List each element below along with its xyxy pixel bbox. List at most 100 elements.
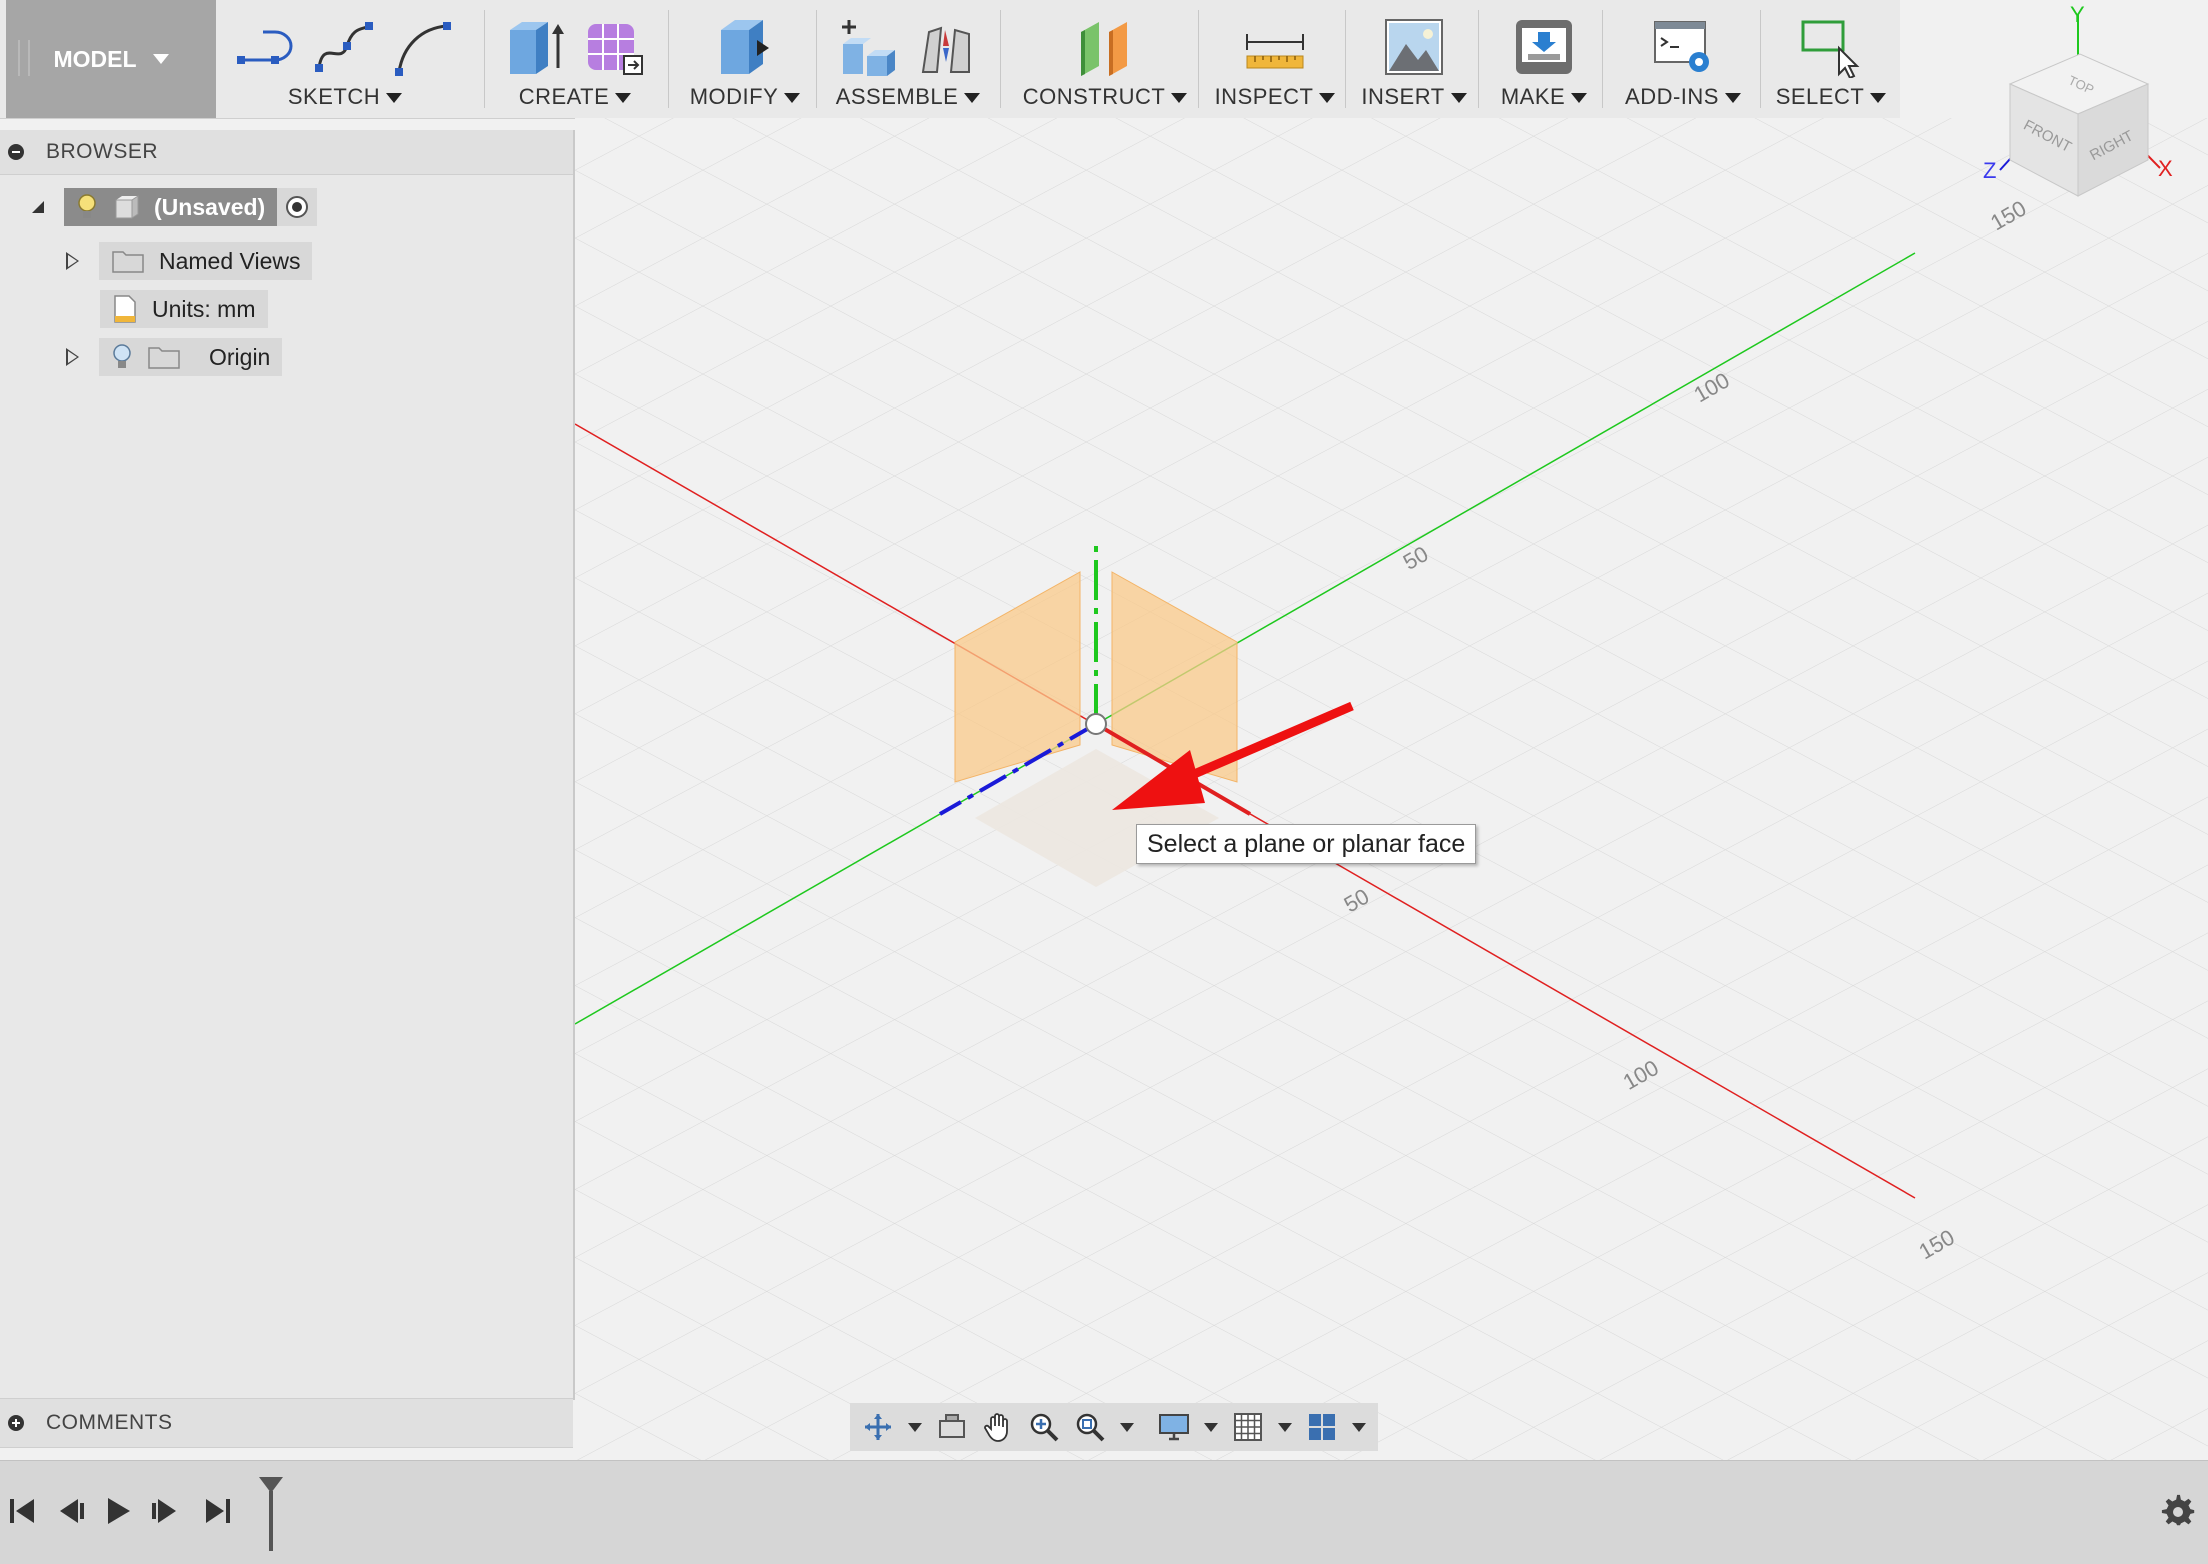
- addins-group[interactable]: ADD-INS: [1608, 0, 1758, 118]
- browser-header[interactable]: BROWSER: [0, 130, 573, 175]
- display-settings-button[interactable]: [1154, 1407, 1194, 1447]
- chevron-down-icon: [1171, 93, 1188, 104]
- play-icon: [108, 1498, 130, 1524]
- comments-panel-header[interactable]: COMMENTS: [0, 1398, 573, 1448]
- look-at-button[interactable]: [932, 1407, 972, 1447]
- chevron-down-icon[interactable]: [1278, 1422, 1292, 1432]
- step-back-icon: [60, 1499, 84, 1523]
- chevron-down-icon: [1450, 93, 1467, 104]
- modify-group[interactable]: MODIFY: [675, 0, 815, 118]
- timeline-bar: [0, 1460, 2208, 1564]
- 3d-viewport[interactable]: 50 100 50 100 150 150: [575, 118, 2208, 1460]
- named-views-node[interactable]: Named Views: [99, 242, 313, 280]
- collapse-icon[interactable]: [8, 144, 24, 160]
- viewports-button[interactable]: [1302, 1407, 1342, 1447]
- comments-title: COMMENTS: [46, 1411, 173, 1434]
- folder-icon: [112, 251, 144, 273]
- navigation-bar: [850, 1403, 1378, 1451]
- spline-sketch-icon[interactable]: [313, 18, 377, 78]
- zoom-button[interactable]: [1024, 1407, 1064, 1447]
- press-pull-icon[interactable]: [713, 16, 777, 78]
- timeline-marker-icon: [259, 1477, 283, 1551]
- tree-root-row[interactable]: (Unsaved): [28, 188, 318, 226]
- workspace-label: MODEL: [53, 45, 137, 72]
- chevron-down-icon: [784, 93, 801, 104]
- zoom-fit-icon: [1076, 1413, 1105, 1442]
- scripts-addins-icon[interactable]: [1651, 16, 1715, 78]
- timeline-settings-button[interactable]: [2160, 1493, 2196, 1534]
- timeline-marker[interactable]: [256, 1475, 286, 1560]
- orbit-button[interactable]: [858, 1407, 898, 1447]
- addins-menu-label: ADD-INS: [1625, 84, 1719, 109]
- toolbar-divider: [816, 10, 817, 108]
- lightbulb-icon[interactable]: [76, 193, 98, 221]
- named-views-label: Named Views: [159, 247, 301, 274]
- new-component-icon[interactable]: [837, 16, 901, 78]
- chevron-down-icon: [1319, 93, 1336, 104]
- create-group[interactable]: CREATE: [495, 0, 655, 118]
- tree-row-named-views[interactable]: Named Views: [66, 242, 313, 280]
- make-group[interactable]: MAKE: [1484, 0, 1604, 118]
- pan-button[interactable]: [978, 1407, 1018, 1447]
- zoom-icon: [1030, 1413, 1059, 1442]
- expand-triangle-right-icon[interactable]: [66, 252, 79, 270]
- joint-icon[interactable]: [915, 16, 979, 78]
- modify-menu-label: MODIFY: [689, 84, 779, 109]
- expand-triangle-down-icon[interactable]: [28, 197, 48, 217]
- radio-active-icon[interactable]: [285, 195, 309, 219]
- measure-icon[interactable]: [1243, 16, 1307, 78]
- sketch-group[interactable]: SKETCH: [230, 0, 460, 118]
- chevron-down-icon[interactable]: [1352, 1422, 1366, 1432]
- select-group[interactable]: SELECT: [1766, 0, 1896, 118]
- root-component-label: (Unsaved): [154, 193, 266, 220]
- root-component-node[interactable]: (Unsaved): [64, 188, 278, 226]
- grid-canvas[interactable]: 50 100 50 100 150 150: [575, 118, 2208, 1460]
- view-cube[interactable]: TOP FRONT RIGHT Y Z X: [1980, 0, 2208, 240]
- offset-plane-icon[interactable]: [1073, 16, 1137, 78]
- chevron-down-icon[interactable]: [908, 1422, 922, 1432]
- insert-image-icon[interactable]: [1382, 16, 1446, 78]
- toolbar-divider: [1345, 10, 1346, 108]
- chevron-down-icon: [964, 93, 981, 104]
- construct-group[interactable]: CONSTRUCT: [1010, 0, 1200, 118]
- chevron-down-icon[interactable]: [1120, 1422, 1134, 1432]
- units-label: Units: mm: [152, 295, 256, 322]
- tree-row-origin[interactable]: Origin: [66, 338, 283, 376]
- toolbar-divider: [1000, 10, 1001, 108]
- insert-group[interactable]: INSERT: [1350, 0, 1478, 118]
- go-to-end-button[interactable]: [196, 1489, 240, 1533]
- select-icon[interactable]: [1799, 16, 1863, 78]
- chevron-down-icon[interactable]: [1204, 1422, 1218, 1432]
- go-to-start-button[interactable]: [0, 1489, 44, 1533]
- workspace-switcher-button[interactable]: MODEL: [6, 0, 216, 118]
- 3d-print-icon[interactable]: [1512, 16, 1576, 78]
- make-menu-label: MAKE: [1500, 84, 1566, 109]
- grid-settings-button[interactable]: [1228, 1407, 1268, 1447]
- skip-to-end-icon: [206, 1499, 230, 1523]
- tooltip-text: Select a plane or planar face: [1147, 829, 1466, 858]
- assemble-group[interactable]: ASSEMBLE: [822, 0, 994, 118]
- grid-icon: [1234, 1413, 1262, 1441]
- expand-triangle-right-icon[interactable]: [66, 348, 79, 366]
- toolbar-divider: [1760, 10, 1761, 108]
- fit-button[interactable]: [1070, 1407, 1110, 1447]
- toolbar-divider: [1478, 10, 1479, 108]
- tree-row-units[interactable]: Units: mm: [100, 290, 268, 328]
- origin-point[interactable]: [1085, 713, 1107, 735]
- step-forward-icon: [152, 1499, 176, 1523]
- expand-icon[interactable]: [8, 1415, 24, 1431]
- step-forward-button[interactable]: [144, 1489, 188, 1533]
- create-form-icon[interactable]: [582, 16, 646, 78]
- origin-label: Origin: [209, 343, 271, 370]
- lightbulb-icon[interactable]: [111, 343, 133, 371]
- step-back-button[interactable]: [48, 1489, 92, 1533]
- inspect-group[interactable]: INSPECT: [1205, 0, 1345, 118]
- toolbar: MODEL SKETCH CREATE MODIFY ASSEMBLE CONS…: [0, 0, 1900, 119]
- line-sketch-icon[interactable]: [235, 18, 299, 78]
- play-button[interactable]: [96, 1489, 140, 1533]
- activate-component-button[interactable]: [277, 188, 318, 226]
- arc-sketch-icon[interactable]: [391, 18, 455, 78]
- extrude-icon[interactable]: [504, 16, 568, 78]
- units-node[interactable]: Units: mm: [100, 290, 268, 328]
- origin-node[interactable]: Origin: [99, 338, 283, 376]
